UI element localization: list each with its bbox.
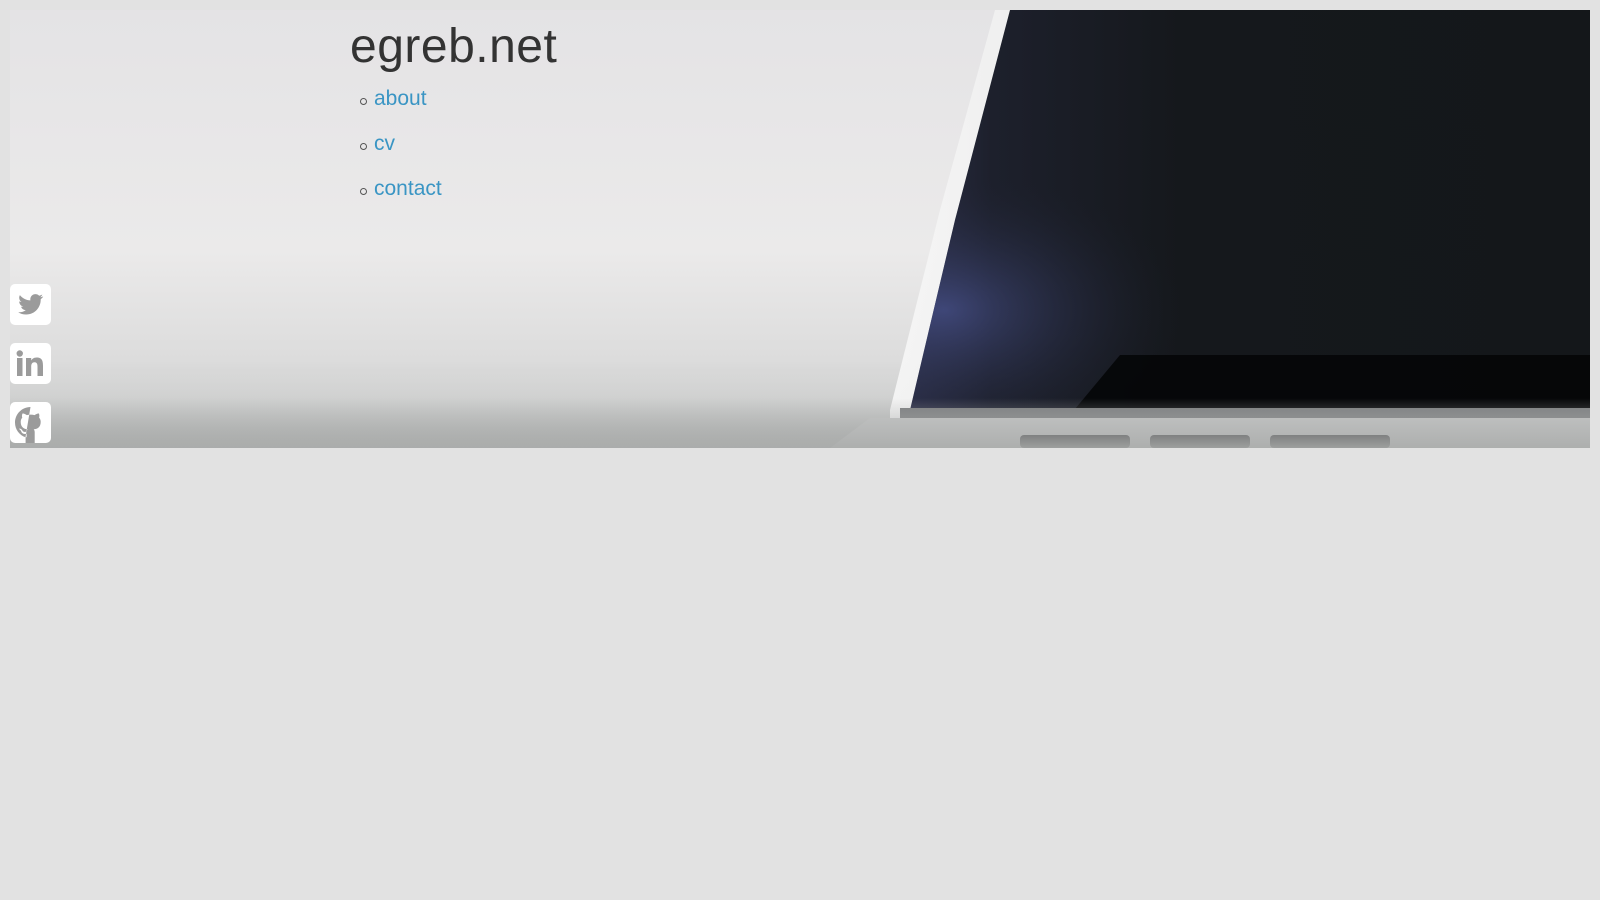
site-header: egreb.net about cv contact xyxy=(350,18,557,219)
hero-image xyxy=(10,10,1590,448)
linkedin-button[interactable] xyxy=(10,343,51,384)
main-nav: about cv contact xyxy=(350,84,557,219)
nav-link-contact[interactable]: contact xyxy=(374,177,442,200)
desk-shadow xyxy=(10,398,1590,448)
nav-item-about: about xyxy=(360,84,557,129)
social-links xyxy=(10,284,51,461)
linkedin-icon xyxy=(16,350,43,376)
bullet-icon xyxy=(360,142,367,150)
nav-item-contact: contact xyxy=(360,174,557,219)
twitter-button[interactable] xyxy=(10,284,51,325)
github-button[interactable] xyxy=(10,402,51,443)
nav-link-cv[interactable]: cv xyxy=(374,132,395,155)
twitter-icon xyxy=(18,294,44,315)
nav-link-about[interactable]: about xyxy=(374,87,427,110)
github-icon xyxy=(15,407,41,443)
bullet-icon xyxy=(360,97,367,105)
laptop-photo xyxy=(10,10,1590,448)
site-title: egreb.net xyxy=(350,20,558,73)
nav-item-cv: cv xyxy=(360,129,557,174)
bullet-icon xyxy=(360,187,367,195)
